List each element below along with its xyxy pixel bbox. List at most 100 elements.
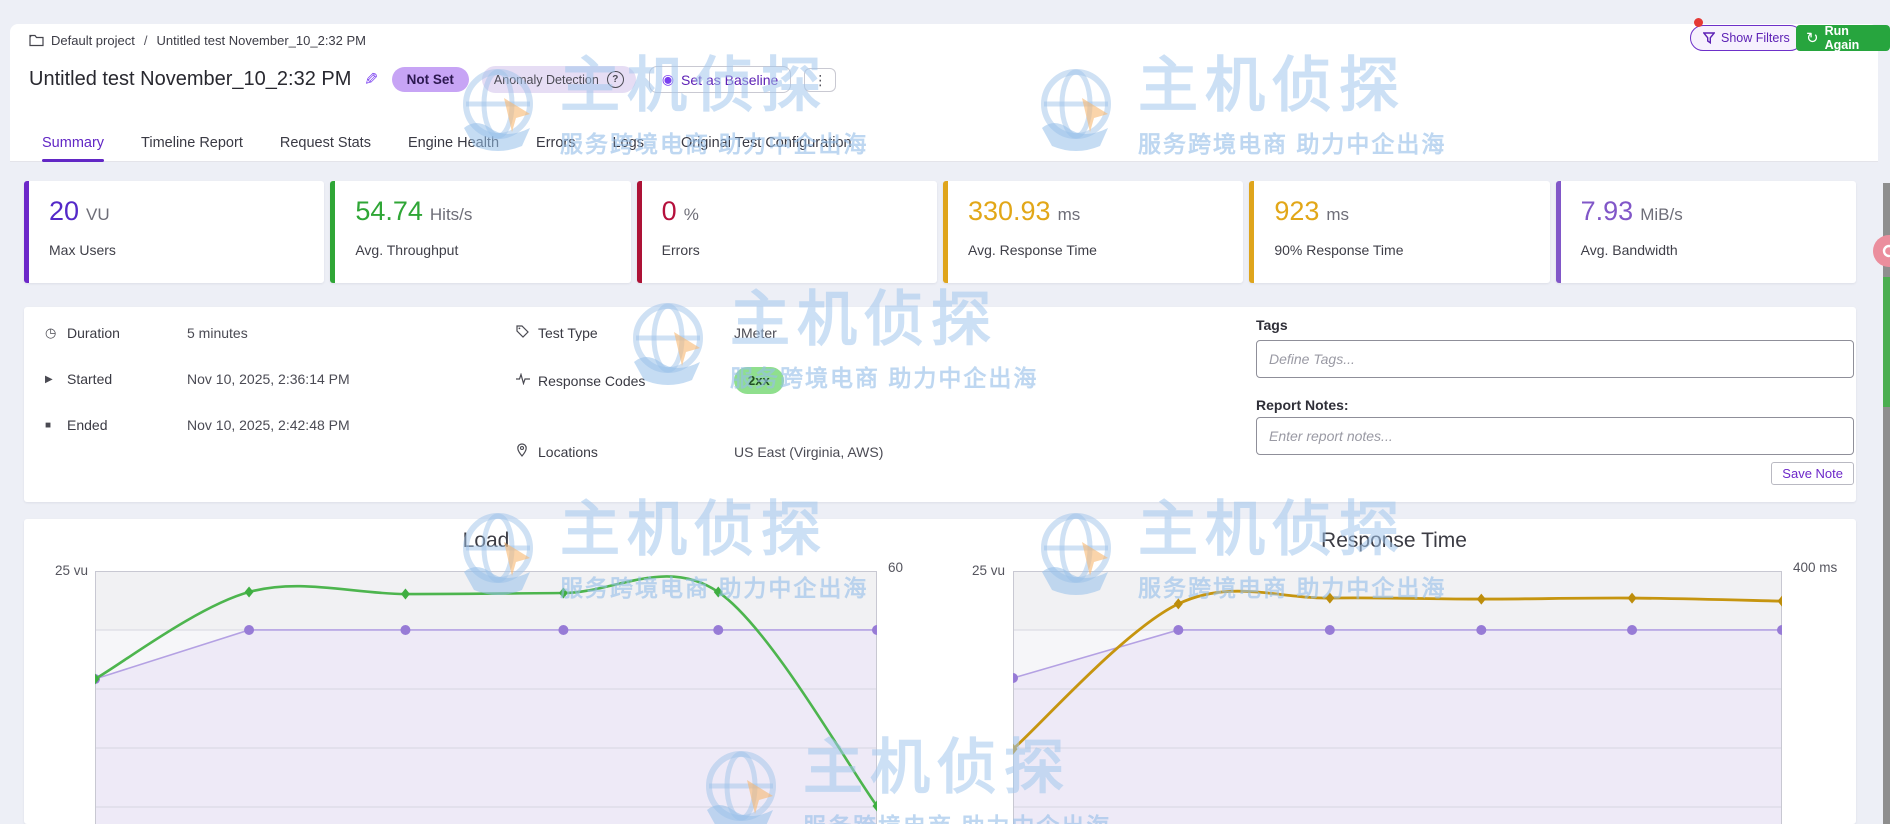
- load-chart-svg: [95, 571, 877, 824]
- save-note-button[interactable]: Save Note: [1771, 462, 1854, 485]
- run-again-icon: ↻: [1806, 29, 1819, 47]
- chart-point-users: [1476, 625, 1486, 635]
- locations-label: Locations: [538, 444, 734, 460]
- tab-logs[interactable]: Logs: [613, 125, 644, 161]
- kpi-label: Avg. Response Time: [968, 242, 1223, 258]
- folder-icon: [29, 34, 44, 47]
- test-type-row: Test Type JMeter: [516, 325, 777, 341]
- duration-row: ◷ Duration 5 minutes: [45, 325, 248, 341]
- kpi-unit: ms: [1058, 205, 1081, 224]
- load-left-axis-label: 25 vu: [44, 563, 88, 578]
- response-code-badge[interactable]: 2xx: [734, 367, 784, 394]
- anomaly-detection-label: Anomaly Detection: [494, 73, 599, 87]
- chart-point-users: [1627, 625, 1637, 635]
- kpi-max-users: 20 VU Max Users: [24, 181, 324, 283]
- breadcrumb: Default project / Untitled test November…: [29, 33, 366, 48]
- kebab-menu-button[interactable]: ⋮: [804, 68, 836, 92]
- kpi-value: 330.93: [968, 196, 1051, 226]
- set-as-baseline-label: Set as Baseline: [681, 72, 778, 88]
- test-type-label: Test Type: [538, 325, 734, 341]
- tab-original-test-configuration[interactable]: Original Test Configuration: [681, 125, 852, 161]
- kpi-label: Max Users: [49, 242, 304, 258]
- rt-left-axis-label: 25 vu: [961, 563, 1005, 578]
- kpi-row: 20 VU Max Users 54.74 Hits/s Avg. Throughp…: [24, 181, 1856, 283]
- tags-label: Tags: [1256, 317, 1288, 333]
- ended-icon: ■: [45, 420, 67, 431]
- breadcrumb-project[interactable]: Default project: [51, 33, 135, 48]
- response-time-chart: [1013, 571, 1782, 824]
- tag-icon: [516, 325, 538, 341]
- help-icon[interactable]: ?: [607, 71, 624, 88]
- breadcrumb-separator: /: [142, 33, 150, 48]
- chart-point-users: [400, 625, 410, 635]
- kpi-avg-bandwidth: 7.93 MiB/s Avg. Bandwidth: [1556, 181, 1856, 283]
- status-badge[interactable]: Not Set: [392, 67, 469, 92]
- report-notes-input[interactable]: [1256, 417, 1854, 455]
- tab-bar: Summary Timeline Report Request Stats En…: [10, 125, 1878, 162]
- duration-label: Duration: [67, 325, 187, 341]
- tab-request-stats[interactable]: Request Stats: [280, 125, 371, 161]
- kpi-unit: Hits/s: [430, 205, 473, 224]
- charts-card: Load 25 vu 60 Response Time 25 vu 400 ms: [24, 519, 1856, 824]
- tab-engine-health[interactable]: Engine Health: [408, 125, 499, 161]
- run-again-label: Run Again: [1825, 24, 1880, 52]
- kpi-value: 20: [49, 196, 79, 226]
- kebab-menu-icon: ⋮: [813, 72, 827, 88]
- run-again-button[interactable]: ↻ Run Again: [1796, 25, 1890, 51]
- kpi-label: 90% Response Time: [1274, 242, 1529, 258]
- locations-value: US East (Virginia, AWS): [734, 444, 883, 460]
- kpi-label: Errors: [662, 242, 917, 258]
- support-widget-icon[interactable]: [1873, 235, 1890, 267]
- load-chart: [95, 571, 877, 824]
- test-type-value: JMeter: [734, 325, 777, 341]
- tab-summary[interactable]: Summary: [42, 125, 104, 161]
- kpi-unit: VU: [86, 205, 110, 224]
- baseline-icon: ◉: [662, 71, 674, 88]
- kpi-label: Avg. Throughput: [355, 242, 610, 258]
- kpi-value: 54.74: [355, 196, 423, 226]
- tab-timeline-report[interactable]: Timeline Report: [141, 125, 243, 161]
- locations-row: Locations US East (Virginia, AWS): [516, 443, 883, 460]
- response-codes-row: Response Codes 2xx: [516, 367, 784, 394]
- report-page: Default project / Untitled test November…: [0, 0, 1890, 824]
- anomaly-detection-pill[interactable]: Anomaly Detection ?: [482, 66, 636, 93]
- load-right-axis-label: 60: [888, 560, 903, 575]
- kpi-value: 7.93: [1581, 196, 1634, 226]
- set-as-baseline-button[interactable]: ◉ Set as Baseline: [649, 66, 792, 93]
- kpi-avg-response-time: 330.93 ms Avg. Response Time: [943, 181, 1243, 283]
- test-details-card: ◷ Duration 5 minutes ▶ Started Nov 10, 2…: [24, 307, 1856, 502]
- kpi-value: 0: [662, 196, 677, 226]
- response-time-chart-title: Response Time: [932, 529, 1856, 553]
- started-icon[interactable]: ▶: [45, 374, 67, 385]
- kpi-errors: 0% Errors: [637, 181, 937, 283]
- kpi-90-response-time: 923 ms 90% Response Time: [1249, 181, 1549, 283]
- started-label: Started: [67, 371, 187, 387]
- ended-label: Ended: [67, 417, 187, 433]
- kpi-unit: MiB/s: [1640, 205, 1683, 224]
- kpi-unit: ms: [1326, 205, 1349, 224]
- response-codes-label: Response Codes: [538, 373, 734, 389]
- show-filters-label: Show Filters: [1721, 31, 1790, 45]
- load-chart-title: Load: [24, 529, 948, 553]
- ended-row: ■ Ended Nov 10, 2025, 2:42:48 PM: [45, 417, 350, 433]
- tags-input[interactable]: [1256, 340, 1854, 378]
- show-filters-button[interactable]: Show Filters: [1690, 25, 1803, 51]
- tab-errors[interactable]: Errors: [536, 125, 575, 161]
- edit-pencil-icon[interactable]: ✎: [364, 70, 378, 90]
- response-time-chart-svg: [1013, 571, 1782, 824]
- title-row: Untitled test November_10_2:32 PM ✎ Not …: [29, 66, 836, 93]
- kpi-unit: %: [684, 205, 699, 224]
- location-pin-icon: [516, 443, 538, 460]
- clock-icon: ◷: [45, 325, 67, 341]
- breadcrumb-test[interactable]: Untitled test November_10_2:32 PM: [156, 33, 366, 48]
- chart-point-users: [1173, 625, 1183, 635]
- kpi-label: Avg. Bandwidth: [1581, 242, 1836, 258]
- chart-point-users: [1325, 625, 1335, 635]
- chart-point-users: [244, 625, 254, 635]
- kpi-value: 923: [1274, 196, 1319, 226]
- scrollbar-thumb[interactable]: [1883, 277, 1890, 407]
- notification-dot: [1694, 18, 1703, 27]
- page-title: Untitled test November_10_2:32 PM: [29, 68, 351, 91]
- started-row: ▶ Started Nov 10, 2025, 2:36:14 PM: [45, 371, 350, 387]
- chart-point-users: [713, 625, 723, 635]
